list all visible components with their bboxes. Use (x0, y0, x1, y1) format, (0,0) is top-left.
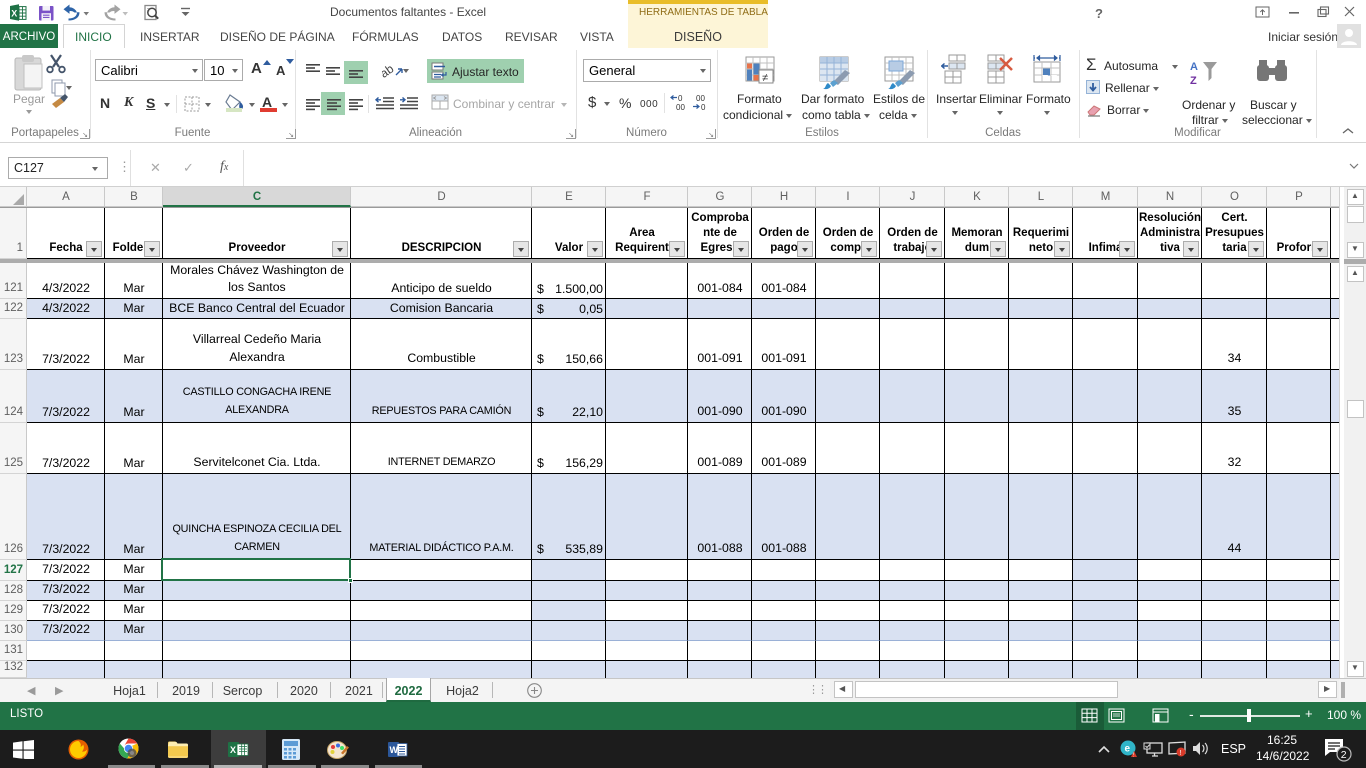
svg-text:0: 0 (678, 94, 683, 103)
svg-text:≠: ≠ (762, 72, 768, 84)
svg-text:00: 00 (676, 103, 685, 111)
svg-text:e: e (1125, 744, 1131, 755)
svg-text:?: ? (1095, 6, 1103, 20)
svg-text:X: X (230, 745, 236, 755)
svg-text:Z: Z (1190, 75, 1197, 87)
svg-text:A: A (1190, 61, 1198, 73)
svg-text:!: ! (1180, 750, 1182, 757)
svg-text:!: ! (1133, 753, 1134, 759)
svg-text:00: 00 (696, 94, 705, 103)
svg-text:0: 0 (701, 103, 706, 111)
svg-text:X: X (11, 9, 17, 19)
svg-text:ab: ab (382, 62, 397, 80)
svg-text:2: 2 (1341, 749, 1347, 761)
svg-text:W: W (390, 745, 399, 755)
